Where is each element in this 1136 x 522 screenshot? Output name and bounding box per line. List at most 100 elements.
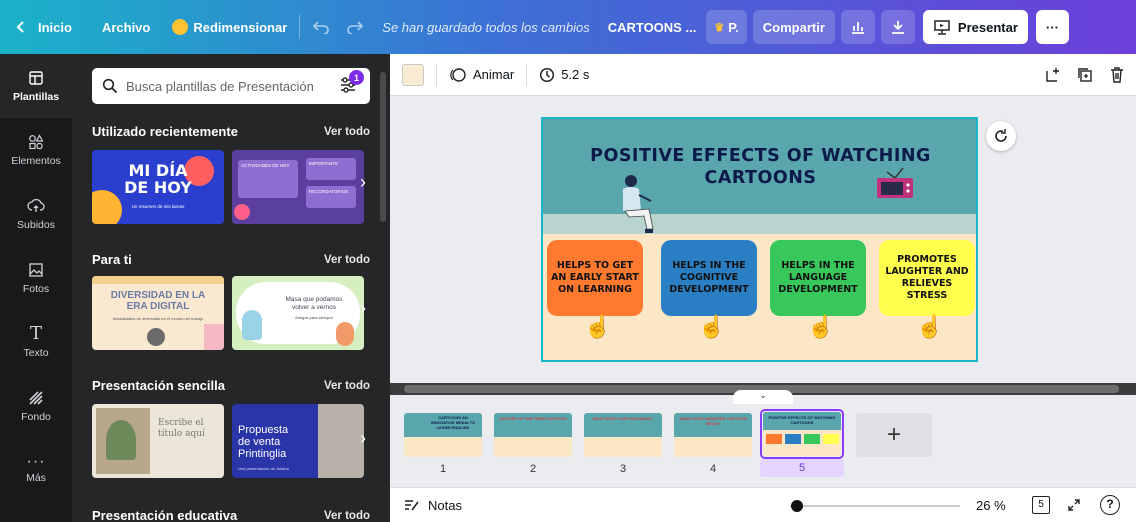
thumb-title-line: de venta [238, 436, 281, 448]
template-search-input[interactable]: Busca plantillas de Presentación 1 [92, 68, 370, 104]
thumb-title-line: MI DÍA [128, 161, 188, 180]
notes-icon [405, 500, 419, 511]
slide-canvas[interactable]: POSITIVE EFFECTS OF WATCHING CARTOONS HE… [541, 117, 978, 362]
page-thumbnail[interactable]: CARTOONS AN INNOVATIVE MEDIA TO LEARN EN… [404, 413, 482, 457]
panel-scrollbar[interactable] [380, 72, 386, 222]
rail-item-background[interactable]: Fondo [0, 374, 72, 438]
template-thumbnail[interactable]: Masa que podamos volver a vernos Amigos … [232, 276, 364, 350]
template-thumbnail[interactable]: DIVERSIDAD EN LA ERA DIGITAL Modalidades… [92, 276, 224, 350]
page-thumbnail[interactable]: WHAT DOES CARTOON MEAN? [584, 413, 662, 457]
document-title[interactable]: CARTOONS ... [600, 0, 705, 54]
zoom-level[interactable]: 26 % [976, 498, 1006, 513]
download-button[interactable] [880, 10, 915, 44]
rail-item-photos[interactable]: Fotos [0, 246, 72, 310]
see-all-link[interactable]: Ver todo [324, 510, 370, 522]
effect-card-text: HELPS TO GET AN EARLY START ON LEARNING [551, 260, 639, 295]
effect-card[interactable]: HELPS IN THE COGNITIVE DEVELOPMENT [661, 240, 757, 316]
file-menu-button[interactable]: Archivo [94, 0, 158, 54]
page-thumbnail[interactable]: WHAT DOES ANIMATED CARTOON MEAN? [674, 413, 752, 457]
effect-card[interactable]: HELPS TO GET AN EARLY START ON LEARNING [547, 240, 643, 316]
back-home-button[interactable]: Inicio [0, 0, 80, 54]
more-options-label: ··· [1045, 19, 1059, 35]
help-button[interactable]: ? [1100, 495, 1120, 515]
download-icon [891, 21, 904, 34]
page-count-button[interactable]: 5 [1032, 496, 1050, 514]
template-thumbnail[interactable]: Escribe el título aquí [92, 404, 224, 478]
search-icon [102, 78, 118, 94]
effect-card[interactable]: PROMOTES LAUGHTER AND RELIEVES STRESS [879, 240, 975, 316]
rail-label: Texto [23, 346, 49, 359]
page-number: 1 [439, 463, 447, 475]
refresh-design-button[interactable] [986, 121, 1016, 151]
section-header-educational: Presentación educativa Ver todo [92, 508, 370, 522]
help-label: ? [1106, 497, 1114, 511]
pro-button[interactable]: ♛ P. [706, 10, 747, 44]
thumb-title-line: volver a vernos [291, 304, 337, 311]
clock-icon [540, 67, 555, 82]
refresh-icon [995, 129, 1007, 142]
filter-button[interactable]: 1 [338, 70, 364, 97]
page-thumbnail-active[interactable]: POSITIVE EFFECTS OF WATCHING CARTOONS [763, 412, 841, 456]
template-thumbnail[interactable]: ACTIVIDADES DE HOY IMPORTANTE RECORDATOR… [232, 150, 364, 224]
undo-button[interactable] [304, 0, 338, 54]
undo-icon [313, 21, 330, 34]
effect-card-text: HELPS IN THE COGNITIVE DEVELOPMENT [669, 260, 749, 295]
insights-button[interactable] [840, 10, 875, 44]
page-number-active: 5 [760, 459, 844, 477]
resize-button[interactable]: Redimensionar [164, 0, 295, 54]
template-thumbnail[interactable]: MI DÍA DE HOY Un resumen de mis tareas [92, 150, 224, 224]
redo-button[interactable] [338, 0, 372, 54]
animate-icon [450, 67, 466, 82]
bar-chart-icon [851, 22, 864, 34]
chevron-right-icon[interactable]: › [360, 428, 372, 449]
duplicate-page-icon[interactable] [1076, 66, 1094, 84]
rail-item-templates[interactable]: Plantillas [0, 54, 72, 118]
filter-count-badge: 1 [349, 70, 364, 85]
background-icon [29, 390, 43, 405]
more-options-button[interactable]: ··· [1035, 10, 1069, 44]
see-all-link[interactable]: Ver todo [324, 254, 370, 266]
editor-toolbar: Animar 5.2 s [390, 54, 1136, 96]
pointing-hand-icon: ☝ [584, 314, 612, 339]
effect-card[interactable]: HELPS IN THE LANGUAGE DEVELOPMENT [770, 240, 866, 316]
chevron-right-icon[interactable]: › [360, 298, 372, 319]
background-color-swatch[interactable] [402, 63, 424, 86]
rail-item-more[interactable]: ··· Más [0, 438, 72, 502]
add-note-icon[interactable] [1044, 66, 1062, 84]
rail-label: Subidos [17, 218, 55, 231]
duration-button[interactable]: 5.2 s [539, 67, 589, 83]
collapse-pages-button[interactable]: ⌄ [733, 390, 793, 404]
tv-illustration [877, 167, 913, 198]
section-title: Presentación educativa [92, 508, 238, 522]
notes-button[interactable]: Notas [404, 498, 462, 513]
rail-item-elements[interactable]: Elementos [0, 118, 72, 182]
see-all-link[interactable]: Ver todo [324, 126, 370, 138]
present-button[interactable]: Presentar [922, 10, 1028, 44]
zoom-slider[interactable] [790, 500, 960, 512]
chevron-right-icon[interactable]: › [360, 172, 372, 193]
elements-icon [29, 133, 44, 149]
rail-item-uploads[interactable]: Subidos [0, 182, 72, 246]
simple-thumbnails: Escribe el título aquí Propuesta de vent… [92, 404, 364, 478]
bottom-bar: Notas 26 % 5 ? [390, 487, 1136, 522]
section-title: Presentación sencilla [92, 378, 225, 393]
resize-crown-icon [172, 19, 189, 35]
slide-floor-band [543, 214, 976, 234]
fullscreen-icon[interactable] [1066, 497, 1082, 513]
section-header-simple: Presentación sencilla Ver todo [92, 378, 370, 393]
rail-item-text[interactable]: T Texto [0, 310, 72, 374]
share-label: Compartir [762, 19, 825, 35]
person-illustration [623, 175, 654, 233]
delete-page-icon[interactable] [1108, 66, 1126, 84]
page-thumbnail[interactable]: HISTORY OF THE TERM CARTOON [494, 413, 572, 457]
share-button[interactable]: Compartir [752, 10, 835, 44]
see-all-link[interactable]: Ver todo [324, 380, 370, 392]
add-page-button[interactable]: + [856, 413, 932, 457]
zoom-slider-knob[interactable] [790, 500, 803, 512]
animate-label: Animar [473, 67, 515, 82]
thumb-title-line: DIVERSIDAD EN LA [110, 290, 206, 301]
template-thumbnail[interactable]: Propuesta de venta Printinglia Una prese… [232, 404, 364, 478]
effect-card-text: PROMOTES LAUGHTER AND RELIEVES STRESS [885, 254, 969, 301]
left-rail: Plantillas Elementos Subidos Fotos T Tex… [0, 54, 72, 522]
animate-button[interactable]: Animar [449, 66, 514, 84]
